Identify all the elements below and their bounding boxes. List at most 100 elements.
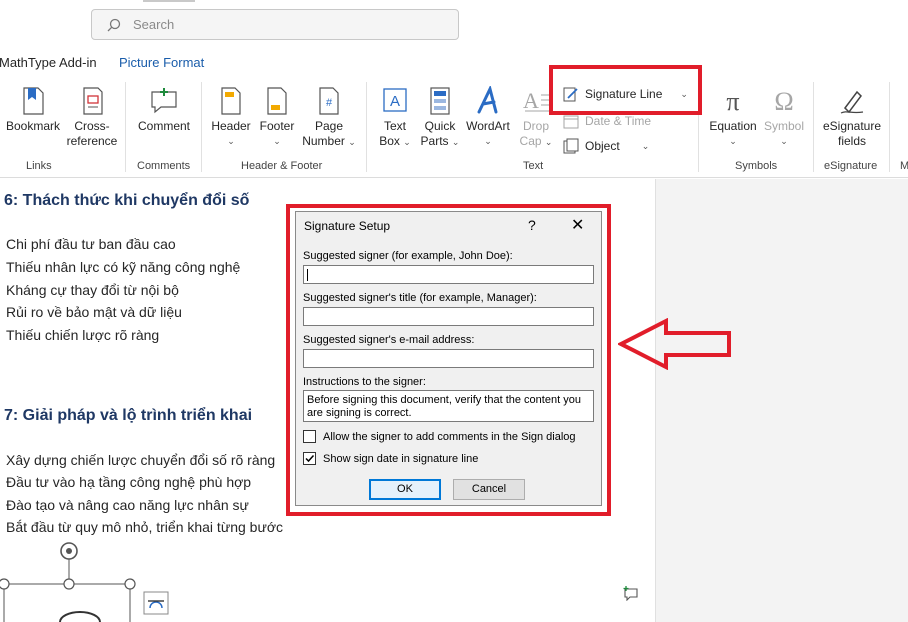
ribbon-separator (201, 82, 202, 172)
equation-button[interactable]: π Equation ⌄ (705, 86, 761, 149)
group-label-symbols: Symbols (735, 160, 778, 172)
text-box-icon: A (383, 88, 407, 112)
pi-icon: π (726, 87, 739, 116)
chevron-down-icon: ⌄ (780, 136, 788, 146)
footer-button[interactable]: Footer ⌄ (255, 86, 299, 149)
esignature-label-2: fields (837, 134, 866, 148)
esignature-label-1: eSignature (822, 119, 882, 133)
group-label-comments: Comments (137, 160, 191, 172)
ribbon-separator (125, 82, 126, 172)
group-label-partial: M (900, 160, 908, 172)
object-icon (563, 138, 579, 154)
dialog-highlight (286, 204, 611, 516)
cross-reference-label-2: reference (66, 134, 118, 148)
list-item: Chi phí đầu tư ban đầu cao (6, 236, 176, 252)
comment-icon (151, 88, 177, 114)
bookmark-icon (23, 87, 44, 115)
header-button[interactable]: Header ⌄ (208, 86, 254, 149)
quick-parts-label-2: Parts (420, 134, 449, 148)
equation-label: Equation (709, 119, 757, 133)
wordart-icon (477, 86, 498, 114)
ribbon-separator (366, 82, 367, 172)
chevron-down-icon: ⌄ (729, 136, 737, 146)
text-box-label-1: Text (383, 119, 406, 133)
quick-parts-label-1: Quick (424, 119, 456, 133)
signature-line-highlight (549, 65, 702, 115)
section-heading-6: 6: Thách thức khi chuyển đổi số (4, 192, 250, 209)
omega-icon: Ω (774, 87, 793, 116)
header-label: Header (211, 119, 251, 133)
svg-text:Ω: Ω (774, 87, 793, 116)
list-item: Thiếu chiến lược rõ ràng (6, 327, 160, 343)
comment-button[interactable]: Comment (133, 86, 195, 134)
text-box-button[interactable]: A Text Box ⌄ (374, 86, 416, 150)
tab-picture-format[interactable]: Picture Format (119, 55, 204, 70)
drop-cap-label-1: Drop (522, 119, 549, 133)
comment-label: Comment (137, 119, 190, 133)
chevron-down-icon: ⌄ (484, 136, 492, 146)
object-button[interactable]: Object ⌄ (563, 138, 649, 154)
chevron-down-icon: ⌄ (227, 136, 235, 146)
bookmark-button[interactable]: Bookmark (4, 86, 62, 134)
cross-reference-icon (83, 87, 103, 115)
page-number-label-1: Page (314, 119, 344, 133)
drop-cap-label-2: Cap (519, 134, 542, 148)
cross-reference-button[interactable]: Cross- reference (66, 86, 118, 149)
quick-parts-icon (430, 87, 450, 115)
list-item: Rủi ro về bảo mật và dữ liệu (6, 304, 182, 320)
list-item: Kháng cự thay đổi từ nội bộ (6, 282, 179, 298)
add-comment-icon[interactable] (622, 585, 640, 601)
rotate-handle-icon (60, 542, 78, 560)
bookmark-label: Bookmark (5, 119, 61, 133)
ribbon-separator (813, 82, 814, 172)
selected-image-frame[interactable] (0, 537, 180, 622)
esignature-pen-icon (840, 90, 864, 114)
ribbon-separator (889, 82, 890, 172)
search-input[interactable]: Search (133, 17, 174, 32)
list-item: Xây dựng chiến lược chuyển đổi số rõ ràn… (6, 452, 276, 468)
title-bar: Search (0, 0, 908, 48)
symbol-button[interactable]: Ω Symbol ⌄ (761, 86, 807, 149)
esignature-fields-button[interactable]: eSignature fields (820, 86, 884, 149)
cross-reference-label-1: Cross- (74, 119, 110, 133)
date-time-label: Date & Time (585, 114, 652, 128)
page-number-label-2: Number (302, 134, 345, 148)
date-time-button[interactable]: Date & Time (563, 113, 651, 129)
list-item: Đào tạo và nâng cao năng lực nhân sự (6, 497, 249, 513)
chevron-down-icon: ⌄ (273, 136, 281, 146)
title-accent-line (143, 0, 195, 2)
chevron-down-icon: ⌄ (641, 140, 650, 151)
tab-mathtype[interactable]: MathType Add-in (0, 55, 97, 70)
chevron-down-icon: ⌄ (544, 137, 553, 147)
footer-icon (267, 87, 287, 115)
svg-text:#: # (326, 97, 333, 109)
calendar-icon (563, 115, 579, 129)
svg-text:π: π (726, 87, 739, 116)
svg-text:A: A (390, 93, 400, 110)
group-label-links: Links (26, 160, 52, 172)
group-label-esignature: eSignature (824, 160, 878, 172)
text-box-label-2: Box (379, 134, 400, 148)
search-box[interactable]: Search (91, 9, 459, 40)
chevron-down-icon: ⌄ (348, 137, 356, 147)
chevron-down-icon: ⌄ (451, 137, 460, 147)
page-margin-area (655, 179, 908, 622)
page-number-button[interactable]: # Page Number ⌄ (300, 86, 358, 150)
drop-cap-icon: A (523, 88, 549, 113)
wordart-button[interactable]: WordArt ⌄ (463, 86, 513, 149)
object-label: Object (585, 139, 620, 153)
left-arrow-icon (618, 318, 731, 370)
svg-text:A: A (523, 88, 539, 113)
chevron-down-icon: ⌄ (403, 137, 411, 147)
symbol-label: Symbol (763, 119, 804, 133)
ribbon: Bookmark Cross- reference Links Comment … (0, 76, 908, 178)
list-item: Bắt đầu từ quy mô nhỏ, triển khai từng b… (6, 519, 283, 535)
quick-parts-button[interactable]: Quick Parts ⌄ (418, 86, 462, 150)
group-label-header-footer: Header & Footer (241, 160, 323, 172)
footer-label: Footer (259, 119, 295, 133)
page-number-icon: # (319, 87, 339, 115)
list-item: Đầu tư vào hạ tầng công nghệ phù hợp (6, 474, 252, 490)
section-heading-7: 7: Giải pháp và lộ trình triển khai (4, 407, 253, 424)
search-icon (107, 18, 121, 32)
header-icon (221, 87, 241, 115)
